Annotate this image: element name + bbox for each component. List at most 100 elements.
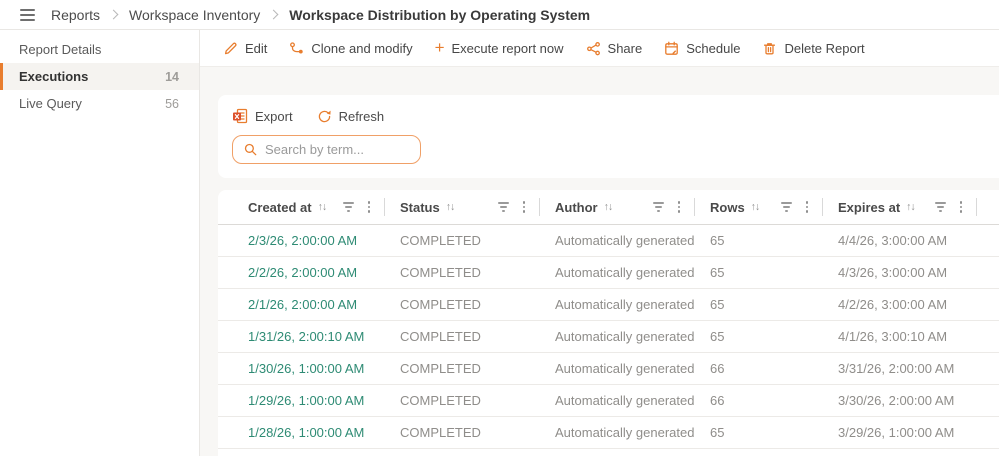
breadcrumb: Reports Workspace Inventory Workspace Di… (51, 7, 590, 23)
top-bar: Reports Workspace Inventory Workspace Di… (0, 0, 999, 30)
table-row[interactable]: 1/30/26, 1:00:00 AM COMPLETED Automatica… (218, 353, 999, 385)
sort-icon[interactable]: ↑↓ (604, 201, 613, 213)
column-menu-icon[interactable] (958, 199, 965, 215)
branch-icon (289, 41, 304, 56)
report-actions-toolbar: Edit Clone and modify + Execute report n… (200, 30, 999, 67)
sidebar-item-label: Live Query (19, 96, 82, 111)
created-at-cell[interactable]: 1/30/26, 1:00:00 AM (218, 361, 385, 376)
schedule-button[interactable]: Schedule (653, 35, 751, 61)
app-window: Reports Workspace Inventory Workspace Di… (0, 0, 999, 456)
expires-at-cell: 3/29/26, 1:00:00 AM (823, 425, 977, 440)
column-header-expires-at: Expires at ↑↓ (823, 190, 977, 224)
column-menu-icon[interactable] (804, 199, 811, 215)
table-row[interactable]: 1/31/26, 2:00:10 AM COMPLETED Automatica… (218, 321, 999, 353)
column-menu-icon[interactable] (366, 199, 373, 215)
clone-and-modify-button[interactable]: Clone and modify (278, 35, 423, 61)
excel-export-icon (232, 108, 248, 124)
breadcrumb-current-page: Workspace Distribution by Operating Syst… (289, 7, 590, 23)
column-label[interactable]: Created at (248, 200, 312, 215)
created-at-cell[interactable]: 2/3/26, 2:00:00 AM (218, 233, 385, 248)
content-area: Export Refresh (200, 67, 999, 456)
author-cell: Automatically generated (540, 361, 695, 376)
created-at-cell[interactable]: 2/2/26, 2:00:00 AM (218, 265, 385, 280)
column-label[interactable]: Status (400, 200, 440, 215)
filter-icon[interactable] (935, 202, 947, 212)
author-cell: Automatically generated (540, 393, 695, 408)
clone-and-modify-label: Clone and modify (311, 41, 412, 56)
filter-icon[interactable] (498, 202, 510, 212)
column-label[interactable]: Author (555, 200, 598, 215)
sort-icon[interactable]: ↑↓ (906, 201, 915, 213)
hamburger-menu-icon[interactable] (20, 9, 35, 21)
table-row[interactable]: 2/3/26, 2:00:00 AM COMPLETED Automatical… (218, 225, 999, 257)
rows-cell: 66 (695, 361, 823, 376)
created-at-cell[interactable]: 1/31/26, 2:00:10 AM (218, 329, 385, 344)
created-at-cell[interactable]: 2/1/26, 2:00:00 AM (218, 297, 385, 312)
search-box (232, 135, 421, 164)
filter-icon[interactable] (781, 202, 793, 212)
main-content: Edit Clone and modify + Execute report n… (200, 30, 999, 456)
author-cell: Automatically generated (540, 329, 695, 344)
filter-icon[interactable] (653, 202, 665, 212)
column-label[interactable]: Expires at (838, 200, 900, 215)
execute-report-now-button[interactable]: + Execute report now (424, 35, 575, 61)
author-cell: Automatically generated (540, 297, 695, 312)
sidebar-item-executions[interactable]: Executions 14 (0, 63, 199, 90)
breadcrumb-reports[interactable]: Reports (51, 7, 100, 23)
rows-cell: 65 (695, 233, 823, 248)
status-cell: COMPLETED (385, 265, 540, 280)
table-row[interactable]: 1/29/26, 1:00:00 AM COMPLETED Automatica… (218, 385, 999, 417)
sort-icon[interactable]: ↑↓ (751, 201, 760, 213)
export-button[interactable]: Export (232, 108, 293, 124)
calendar-icon (664, 41, 679, 56)
expires-at-cell: 4/1/26, 3:00:10 AM (823, 329, 977, 344)
author-cell: Automatically generated (540, 425, 695, 440)
breadcrumb-workspace-inventory[interactable]: Workspace Inventory (129, 7, 260, 23)
filter-icon[interactable] (343, 202, 355, 212)
author-cell: Automatically generated (540, 233, 695, 248)
column-header-author: Author ↑↓ (540, 190, 695, 224)
chevron-right-icon (109, 10, 119, 20)
trash-icon (762, 41, 777, 56)
column-menu-icon[interactable] (521, 199, 528, 215)
created-at-cell[interactable]: 1/29/26, 1:00:00 AM (218, 393, 385, 408)
sidebar-item-count: 56 (165, 97, 179, 111)
delete-report-button[interactable]: Delete Report (751, 35, 875, 61)
edit-button[interactable]: Edit (212, 35, 278, 61)
search-input[interactable] (265, 142, 410, 157)
plus-icon: + (435, 39, 445, 56)
column-header-rows: Rows ↑↓ (695, 190, 823, 224)
share-icon (586, 41, 601, 56)
expires-at-cell: 4/4/26, 3:00:00 AM (823, 233, 977, 248)
rows-cell: 65 (695, 329, 823, 344)
expires-at-cell: 4/2/26, 3:00:00 AM (823, 297, 977, 312)
schedule-label: Schedule (686, 41, 740, 56)
created-at-cell[interactable]: 1/28/26, 1:00:00 AM (218, 425, 385, 440)
column-menu-icon[interactable] (676, 199, 683, 215)
export-label: Export (255, 109, 293, 124)
sidebar-item-count: 14 (165, 70, 179, 84)
delete-report-label: Delete Report (784, 41, 864, 56)
status-cell: COMPLETED (385, 361, 540, 376)
chevron-right-icon (269, 10, 279, 20)
status-cell: COMPLETED (385, 297, 540, 312)
sidebar-item-live-query[interactable]: Live Query 56 (0, 90, 199, 117)
sort-icon[interactable]: ↑↓ (318, 201, 327, 213)
table-row[interactable]: 1/28/26, 1:00:00 AM COMPLETED Automatica… (218, 417, 999, 449)
column-header-created-at: Created at ↑↓ (218, 190, 385, 224)
table-row[interactable]: 2/2/26, 2:00:00 AM COMPLETED Automatical… (218, 257, 999, 289)
column-label[interactable]: Rows (710, 200, 745, 215)
rows-cell: 66 (695, 393, 823, 408)
pencil-icon (223, 41, 238, 56)
author-cell: Automatically generated (540, 265, 695, 280)
refresh-button[interactable]: Refresh (317, 109, 385, 124)
executions-table: Created at ↑↓ Status ↑↓ (218, 190, 999, 456)
share-button[interactable]: Share (575, 35, 654, 61)
sort-icon[interactable]: ↑↓ (446, 201, 455, 213)
sidebar-item-report-details[interactable]: Report Details (0, 36, 199, 63)
sidebar: Report Details Executions 14 Live Query … (0, 30, 200, 456)
status-cell: COMPLETED (385, 393, 540, 408)
sidebar-item-label: Report Details (19, 42, 101, 57)
table-row[interactable]: 2/1/26, 2:00:00 AM COMPLETED Automatical… (218, 289, 999, 321)
expires-at-cell: 3/30/26, 2:00:00 AM (823, 393, 977, 408)
